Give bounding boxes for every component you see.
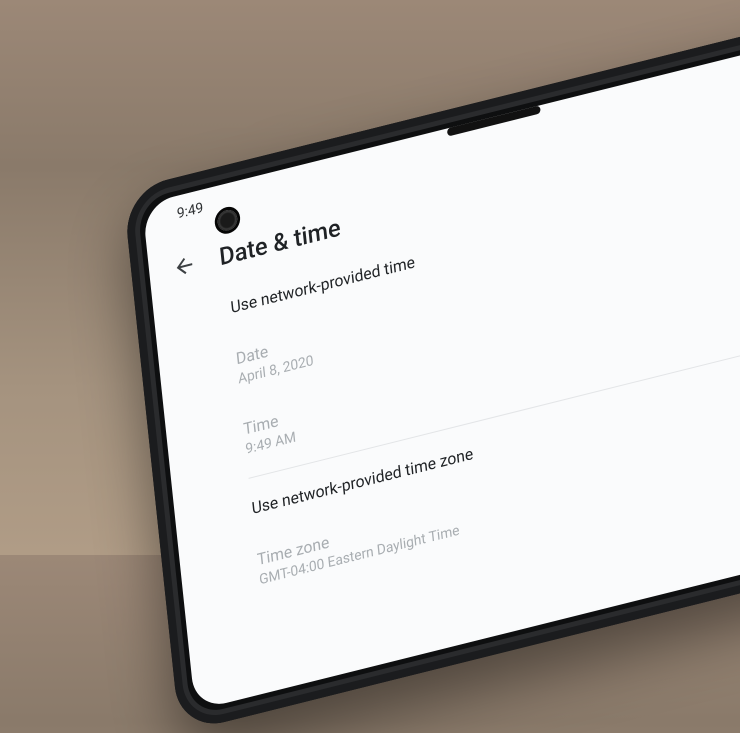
back-icon[interactable] bbox=[172, 251, 198, 281]
phone-frame: 9:49 52% Date & time Use network-provide… bbox=[123, 7, 740, 733]
status-clock: 9:49 bbox=[176, 200, 204, 223]
screen: 9:49 52% Date & time Use network-provide… bbox=[142, 29, 740, 710]
